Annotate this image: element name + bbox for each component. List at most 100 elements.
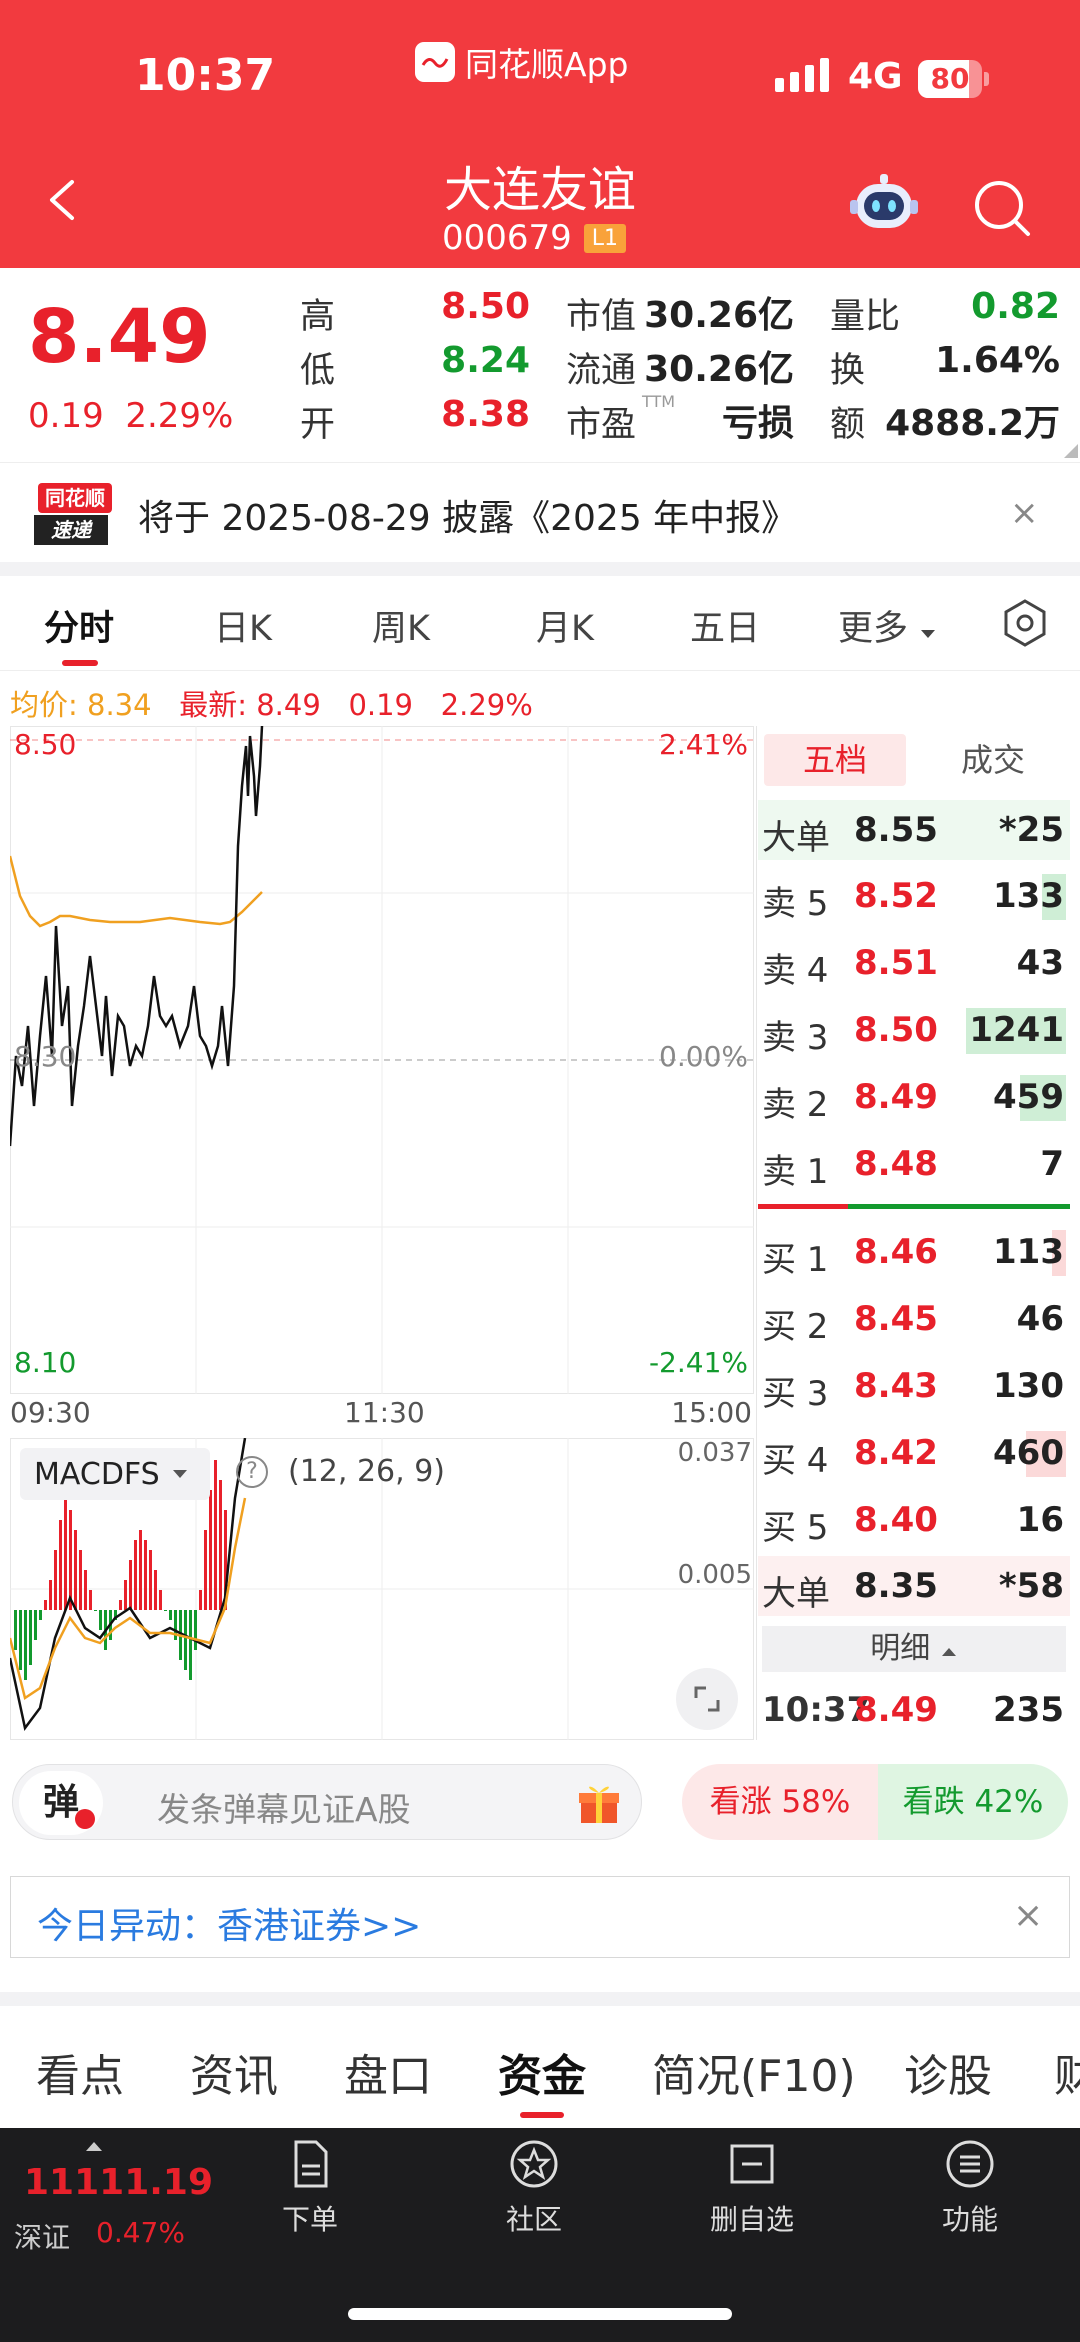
status-app-indicator: 同花顺App	[415, 38, 628, 86]
macd-bar	[34, 1610, 37, 1640]
tab-highlights[interactable]: 看点	[36, 2040, 124, 2104]
order-book: 五档 成交 大单 8.55 *25 卖 5 8.52 133 卖 4 8.51 43 卖 3…	[758, 726, 1080, 1738]
notice-banner[interactable]: 同花顺 速递 将于 2025-08-29 披露《2025 年中报》 ×	[0, 462, 1080, 562]
bull-vote-button[interactable]: 看涨 58%	[682, 1764, 878, 1840]
value-high: 8.50	[441, 286, 530, 327]
bid-label: 买 2	[762, 1307, 829, 1347]
big-sell-row[interactable]: 大单 8.55 *25	[758, 800, 1070, 860]
macd-bar	[129, 1560, 132, 1610]
tab-order-book[interactable]: 五档	[764, 734, 906, 786]
remove-watchlist-icon	[730, 2144, 774, 2184]
tab-news[interactable]: 资讯	[190, 2040, 278, 2104]
home-indicator[interactable]	[348, 2308, 732, 2320]
tab-intraday[interactable]: 分时	[44, 600, 114, 651]
ask-row[interactable]: 卖 4 8.51 43	[758, 933, 1070, 993]
y-axis-bottom: 8.10	[14, 1346, 77, 1379]
battery-tip	[984, 72, 989, 86]
community-icon	[510, 2140, 558, 2188]
tab-diagnosis[interactable]: 诊股	[904, 2040, 992, 2104]
latest-change: 0.19	[348, 688, 414, 722]
bid-row[interactable]: 买 3 8.43 130	[758, 1356, 1070, 1416]
macd-bar	[24, 1610, 27, 1680]
macd-indicator-selector[interactable]: MACDFS	[20, 1448, 210, 1500]
big-buy-row[interactable]: 大单 8.35 *58	[758, 1556, 1070, 1616]
y-axis-mid: 8.30	[14, 1040, 77, 1073]
macd-bar	[154, 1570, 157, 1610]
big-buy-vol: *58	[998, 1566, 1064, 1606]
macd-help-icon[interactable]: ?	[236, 1456, 268, 1488]
bid-row[interactable]: 买 1 8.46 113	[758, 1222, 1070, 1282]
tab-daily-k[interactable]: 日K	[214, 600, 272, 651]
tab-five-day[interactable]: 五日	[690, 600, 760, 651]
stock-code: 000679	[442, 218, 572, 258]
ask-vol: 7	[1040, 1144, 1064, 1184]
bid-row[interactable]: 买 4 8.42 460	[758, 1423, 1070, 1483]
label-open: 开	[300, 405, 336, 445]
app-icon	[415, 42, 455, 82]
macd-bar	[99, 1610, 102, 1630]
macd-bar	[44, 1600, 47, 1610]
search-icon[interactable]	[972, 178, 1032, 238]
tab-finance-partial[interactable]: 财	[1054, 2040, 1080, 2104]
signal-icon	[775, 58, 829, 92]
bid-row[interactable]: 买 5 8.40 16	[758, 1490, 1070, 1550]
macd-bar	[89, 1590, 92, 1610]
tab-orderbook-detail[interactable]: 盘口	[344, 2040, 432, 2104]
anomaly-banner[interactable]: 今日异动：香港证券>> ×	[10, 1876, 1070, 1958]
footer-community-button[interactable]: 社区	[474, 2138, 594, 2238]
macd-axis-mid: 0.005	[677, 1560, 752, 1590]
bid-vol: 46	[1016, 1299, 1064, 1339]
danmu-input[interactable]: 弹 发条弹幕见证A股	[12, 1764, 642, 1840]
info-tabs: 看点 资讯 盘口 资金 简况(F10) 诊股 财	[0, 2006, 1080, 2128]
ask-row[interactable]: 卖 2 8.49 459	[758, 1067, 1070, 1127]
macd-bar	[124, 1580, 127, 1610]
gift-icon[interactable]	[575, 1779, 623, 1827]
index-value[interactable]: 11111.19	[24, 2162, 213, 2203]
chart-settings-icon[interactable]	[1000, 598, 1050, 648]
ask-vol: 1241	[969, 1010, 1064, 1050]
footer-remove-watchlist-label: 删自选	[709, 2203, 794, 2236]
menu-circle-icon	[946, 2140, 994, 2188]
ask-label: 卖 2	[762, 1085, 829, 1125]
tab-weekly-k[interactable]: 周K	[372, 600, 430, 651]
tab-more[interactable]: 更多	[838, 600, 937, 651]
fullscreen-button[interactable]	[676, 1668, 738, 1730]
price-change-pct: 2.29%	[125, 396, 234, 436]
ask-row[interactable]: 卖 1 8.48 7	[758, 1134, 1070, 1194]
footer-order-button[interactable]: 下单	[250, 2138, 370, 2238]
expand-corner-icon[interactable]	[1064, 444, 1078, 458]
tab-capital-flow[interactable]: 资金	[498, 2040, 586, 2104]
macd-bar	[29, 1610, 32, 1665]
ask-row[interactable]: 卖 5 8.52 133	[758, 866, 1070, 926]
footer-remove-watchlist-button[interactable]: 删自选	[692, 2138, 812, 2238]
macd-bar	[169, 1610, 172, 1620]
bid-label: 买 5	[762, 1508, 829, 1548]
order-icon	[294, 2140, 328, 2188]
bid-price: 8.42	[854, 1433, 938, 1473]
notice-close-button[interactable]: ×	[1010, 493, 1039, 533]
macd-bar	[14, 1610, 17, 1650]
latest-price: 最新: 8.49	[179, 688, 321, 722]
tab-monthly-k[interactable]: 月K	[536, 600, 594, 651]
footer-functions-button[interactable]: 功能	[910, 2138, 1030, 2238]
macd-bar	[214, 1460, 217, 1610]
robot-assistant-icon[interactable]	[848, 172, 920, 240]
ask-row[interactable]: 卖 3 8.50 1241	[758, 1000, 1070, 1060]
express-logo-line1: 同花顺	[38, 483, 112, 513]
label-amount: 额	[830, 405, 866, 445]
section-divider	[0, 562, 1080, 576]
caret-down-icon	[921, 630, 936, 638]
index-name: 深证	[14, 2221, 71, 2254]
tab-trades[interactable]: 成交	[918, 734, 1068, 786]
bear-vote-button[interactable]: 看跌 42%	[878, 1764, 1068, 1840]
bid-row[interactable]: 买 2 8.45 46	[758, 1289, 1070, 1349]
value-market-cap: 30.26亿	[644, 295, 794, 336]
danmu-check-icon	[75, 1809, 95, 1829]
value-open: 8.38	[441, 394, 530, 435]
anomaly-close-button[interactable]: ×	[1013, 1895, 1043, 1936]
ask-price: 8.49	[854, 1077, 938, 1117]
ask-vol: 459	[993, 1077, 1064, 1117]
tab-f10[interactable]: 简况(F10)	[652, 2040, 856, 2104]
detail-header[interactable]: 明细	[762, 1626, 1066, 1672]
bid-label: 买 4	[762, 1441, 829, 1481]
